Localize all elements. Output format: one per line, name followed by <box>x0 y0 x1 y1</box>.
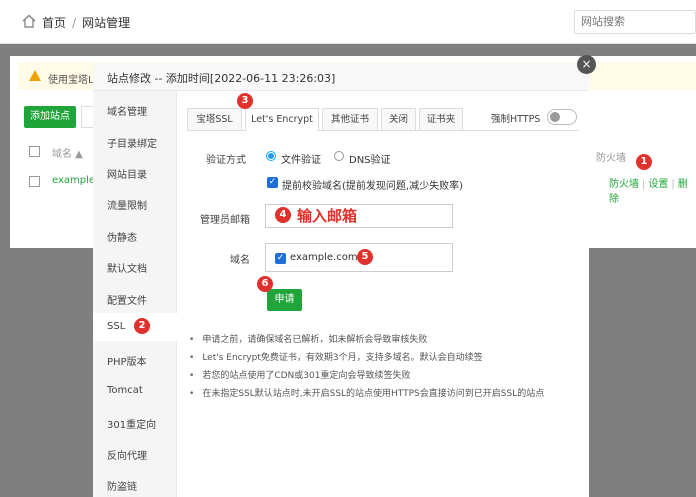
close-icon[interactable]: × <box>577 55 596 74</box>
side-item-config[interactable]: 配置文件 <box>107 292 177 307</box>
breadcrumb-separator: / <box>72 16 77 30</box>
note-item: 若您的站点使用了CDN或301重定向会导致续签失败 <box>189 367 579 385</box>
verify-method-label: 验证方式 <box>206 155 246 166</box>
admin-email-label: 管理员邮箱 <box>200 215 250 226</box>
notes-list: 申请之前，请确保域名已解析，如未解析会导致审核失败 Let's Encrypt免… <box>189 331 579 403</box>
side-item-site-dir[interactable]: 网站目录 <box>107 166 177 181</box>
precheck-label: 提前校验域名(提前发现问题,减少失败率) <box>282 181 463 192</box>
side-item-tomcat[interactable]: Tomcat <box>107 385 177 396</box>
marker-6: 6 <box>257 276 273 292</box>
side-item-default-doc[interactable]: 默认文档 <box>107 260 177 275</box>
domain-label: 域名 <box>230 255 250 266</box>
radio-dns-verify-label: DNS验证 <box>349 155 391 166</box>
column-header-domain[interactable]: 域名 ▲ <box>52 145 83 160</box>
site-search-input[interactable] <box>574 10 696 34</box>
side-item-hotlink[interactable]: 防盗链 <box>107 478 177 493</box>
warning-icon <box>29 70 41 81</box>
note-item: 在未指定SSL默认站点时,未开启SSL的站点使用HTTPS会直接访问到已开启SS… <box>189 385 579 403</box>
side-item-traffic[interactable]: 流量限制 <box>107 197 177 212</box>
warning-text: 使用宝塔L <box>48 75 94 86</box>
breadcrumb-home[interactable]: 首页 <box>42 16 66 30</box>
domain-checkbox[interactable]: ✓ <box>275 253 286 264</box>
toggle-knob <box>550 112 560 122</box>
apply-button[interactable]: 申请 <box>267 289 302 311</box>
settings-link[interactable]: 设置 <box>648 179 668 190</box>
add-site-button[interactable]: 添加站点 <box>24 106 76 128</box>
force-https-label: 强制HTTPS <box>491 114 541 125</box>
radio-file-verify-label: 文件验证 <box>281 155 321 166</box>
marker-5: 5 <box>357 249 373 265</box>
row-domain-link[interactable]: example. <box>52 175 98 186</box>
precheck-checkbox[interactable]: ✓ <box>267 177 278 188</box>
select-all-checkbox[interactable] <box>29 146 40 157</box>
marker-2: 2 <box>134 318 150 334</box>
marker-3: 3 <box>237 93 253 109</box>
tab-other-cert[interactable]: 其他证书 <box>322 108 378 130</box>
row-checkbox[interactable] <box>29 176 40 187</box>
modal-side-menu: 域名管理 子目录绑定 网站目录 流量限制 伪静态 默认文档 配置文件 SSL P… <box>93 91 177 497</box>
side-item-php[interactable]: PHP版本 <box>107 353 177 368</box>
marker-4: 4 <box>275 207 291 223</box>
side-item-domain[interactable]: 域名管理 <box>107 103 177 118</box>
radio-dns-verify[interactable] <box>334 151 344 161</box>
breadcrumb-current: 网站管理 <box>82 16 131 30</box>
side-item-reverse-proxy[interactable]: 反向代理 <box>107 447 177 462</box>
row-actions: 防火墙 | 设置 | 删除 <box>609 175 696 205</box>
note-item: Let's Encrypt免费证书，有效期3个月，支持多域名。默认会自动续签 <box>189 349 579 367</box>
column-header-firewall: 防火墙 <box>596 153 626 164</box>
firewall-link[interactable]: 防火墙 <box>609 179 639 190</box>
tab-close[interactable]: 关闭 <box>381 108 416 130</box>
radio-selected-dot <box>268 153 274 159</box>
domain-item-label: example.com <box>290 252 358 263</box>
breadcrumb: 首页 / 网站管理 <box>42 14 130 31</box>
marker-1: 1 <box>636 154 652 170</box>
tab-bt-ssl[interactable]: 宝塔SSL <box>187 108 242 130</box>
action-separator: | <box>642 179 646 190</box>
note-item: 申请之前，请确保域名已解析，如未解析会导致审核失败 <box>189 331 579 349</box>
side-item-redirect[interactable]: 301重定向 <box>107 416 177 431</box>
modal-title: 站点修改 -- 添加时间[2022-06-11 23:26:03] <box>93 63 589 91</box>
tab-lets-encrypt[interactable]: Let's Encrypt <box>245 108 319 131</box>
action-separator: | <box>671 179 675 190</box>
side-item-rewrite[interactable]: 伪静态 <box>107 229 177 244</box>
side-item-subdir[interactable]: 子目录绑定 <box>107 135 177 150</box>
home-icon[interactable] <box>21 13 37 29</box>
email-hint: 输入邮箱 <box>297 207 358 225</box>
tab-cert-folder[interactable]: 证书夹 <box>419 108 463 130</box>
admin-email-input[interactable] <box>265 204 453 228</box>
